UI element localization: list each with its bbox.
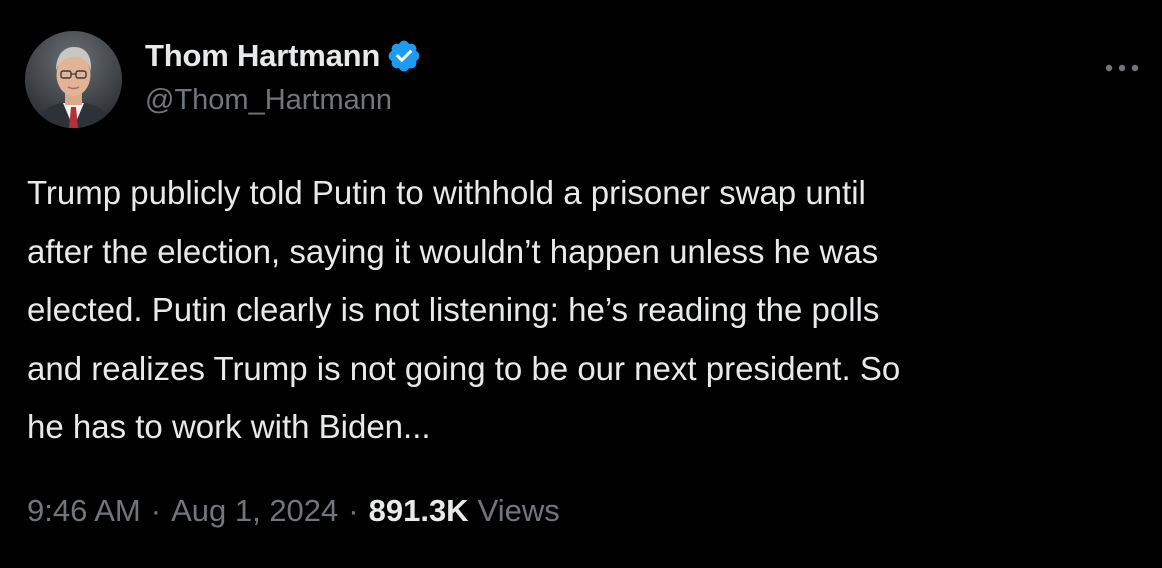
author-display-name[interactable]: Thom Hartmann bbox=[145, 38, 380, 74]
tweet-meta: 9:46 AM · Aug 1, 2024 · 891.3K Views bbox=[27, 489, 560, 533]
author-avatar[interactable] bbox=[25, 31, 122, 128]
tweet-card: Thom Hartmann @Thom_Hartmann Trump publi… bbox=[0, 0, 1162, 568]
tweet-text-line: elected. Putin clearly is not listening:… bbox=[27, 291, 880, 328]
avatar-photo bbox=[25, 31, 122, 128]
tweet-time[interactable]: 9:46 AM bbox=[27, 493, 141, 529]
more-options-button[interactable] bbox=[1100, 56, 1144, 80]
tweet-text-line: after the election, saying it wouldn’t h… bbox=[27, 232, 879, 270]
tweet-text-line: Trump publicly told Putin to withhold a … bbox=[27, 174, 866, 211]
tweet-text-line: he has to work with Biden... bbox=[27, 408, 431, 445]
tweet-text-line: and realizes Trump is not going to be ou… bbox=[27, 349, 901, 387]
meta-separator: · bbox=[150, 493, 162, 528]
meta-separator: · bbox=[348, 493, 359, 528]
author-handle[interactable]: @Thom_Hartmann bbox=[145, 84, 392, 117]
tweet-date[interactable]: Aug 1, 2024 bbox=[171, 493, 338, 529]
views-label: Views bbox=[477, 493, 560, 528]
author-name-row: Thom Hartmann bbox=[145, 36, 422, 76]
tweet-text: Trump publicly told Putin to withhold a … bbox=[27, 164, 1137, 457]
views-count[interactable]: 891.3K bbox=[369, 493, 469, 529]
verified-badge-icon[interactable] bbox=[386, 38, 422, 74]
more-options-icon bbox=[1105, 64, 1139, 72]
